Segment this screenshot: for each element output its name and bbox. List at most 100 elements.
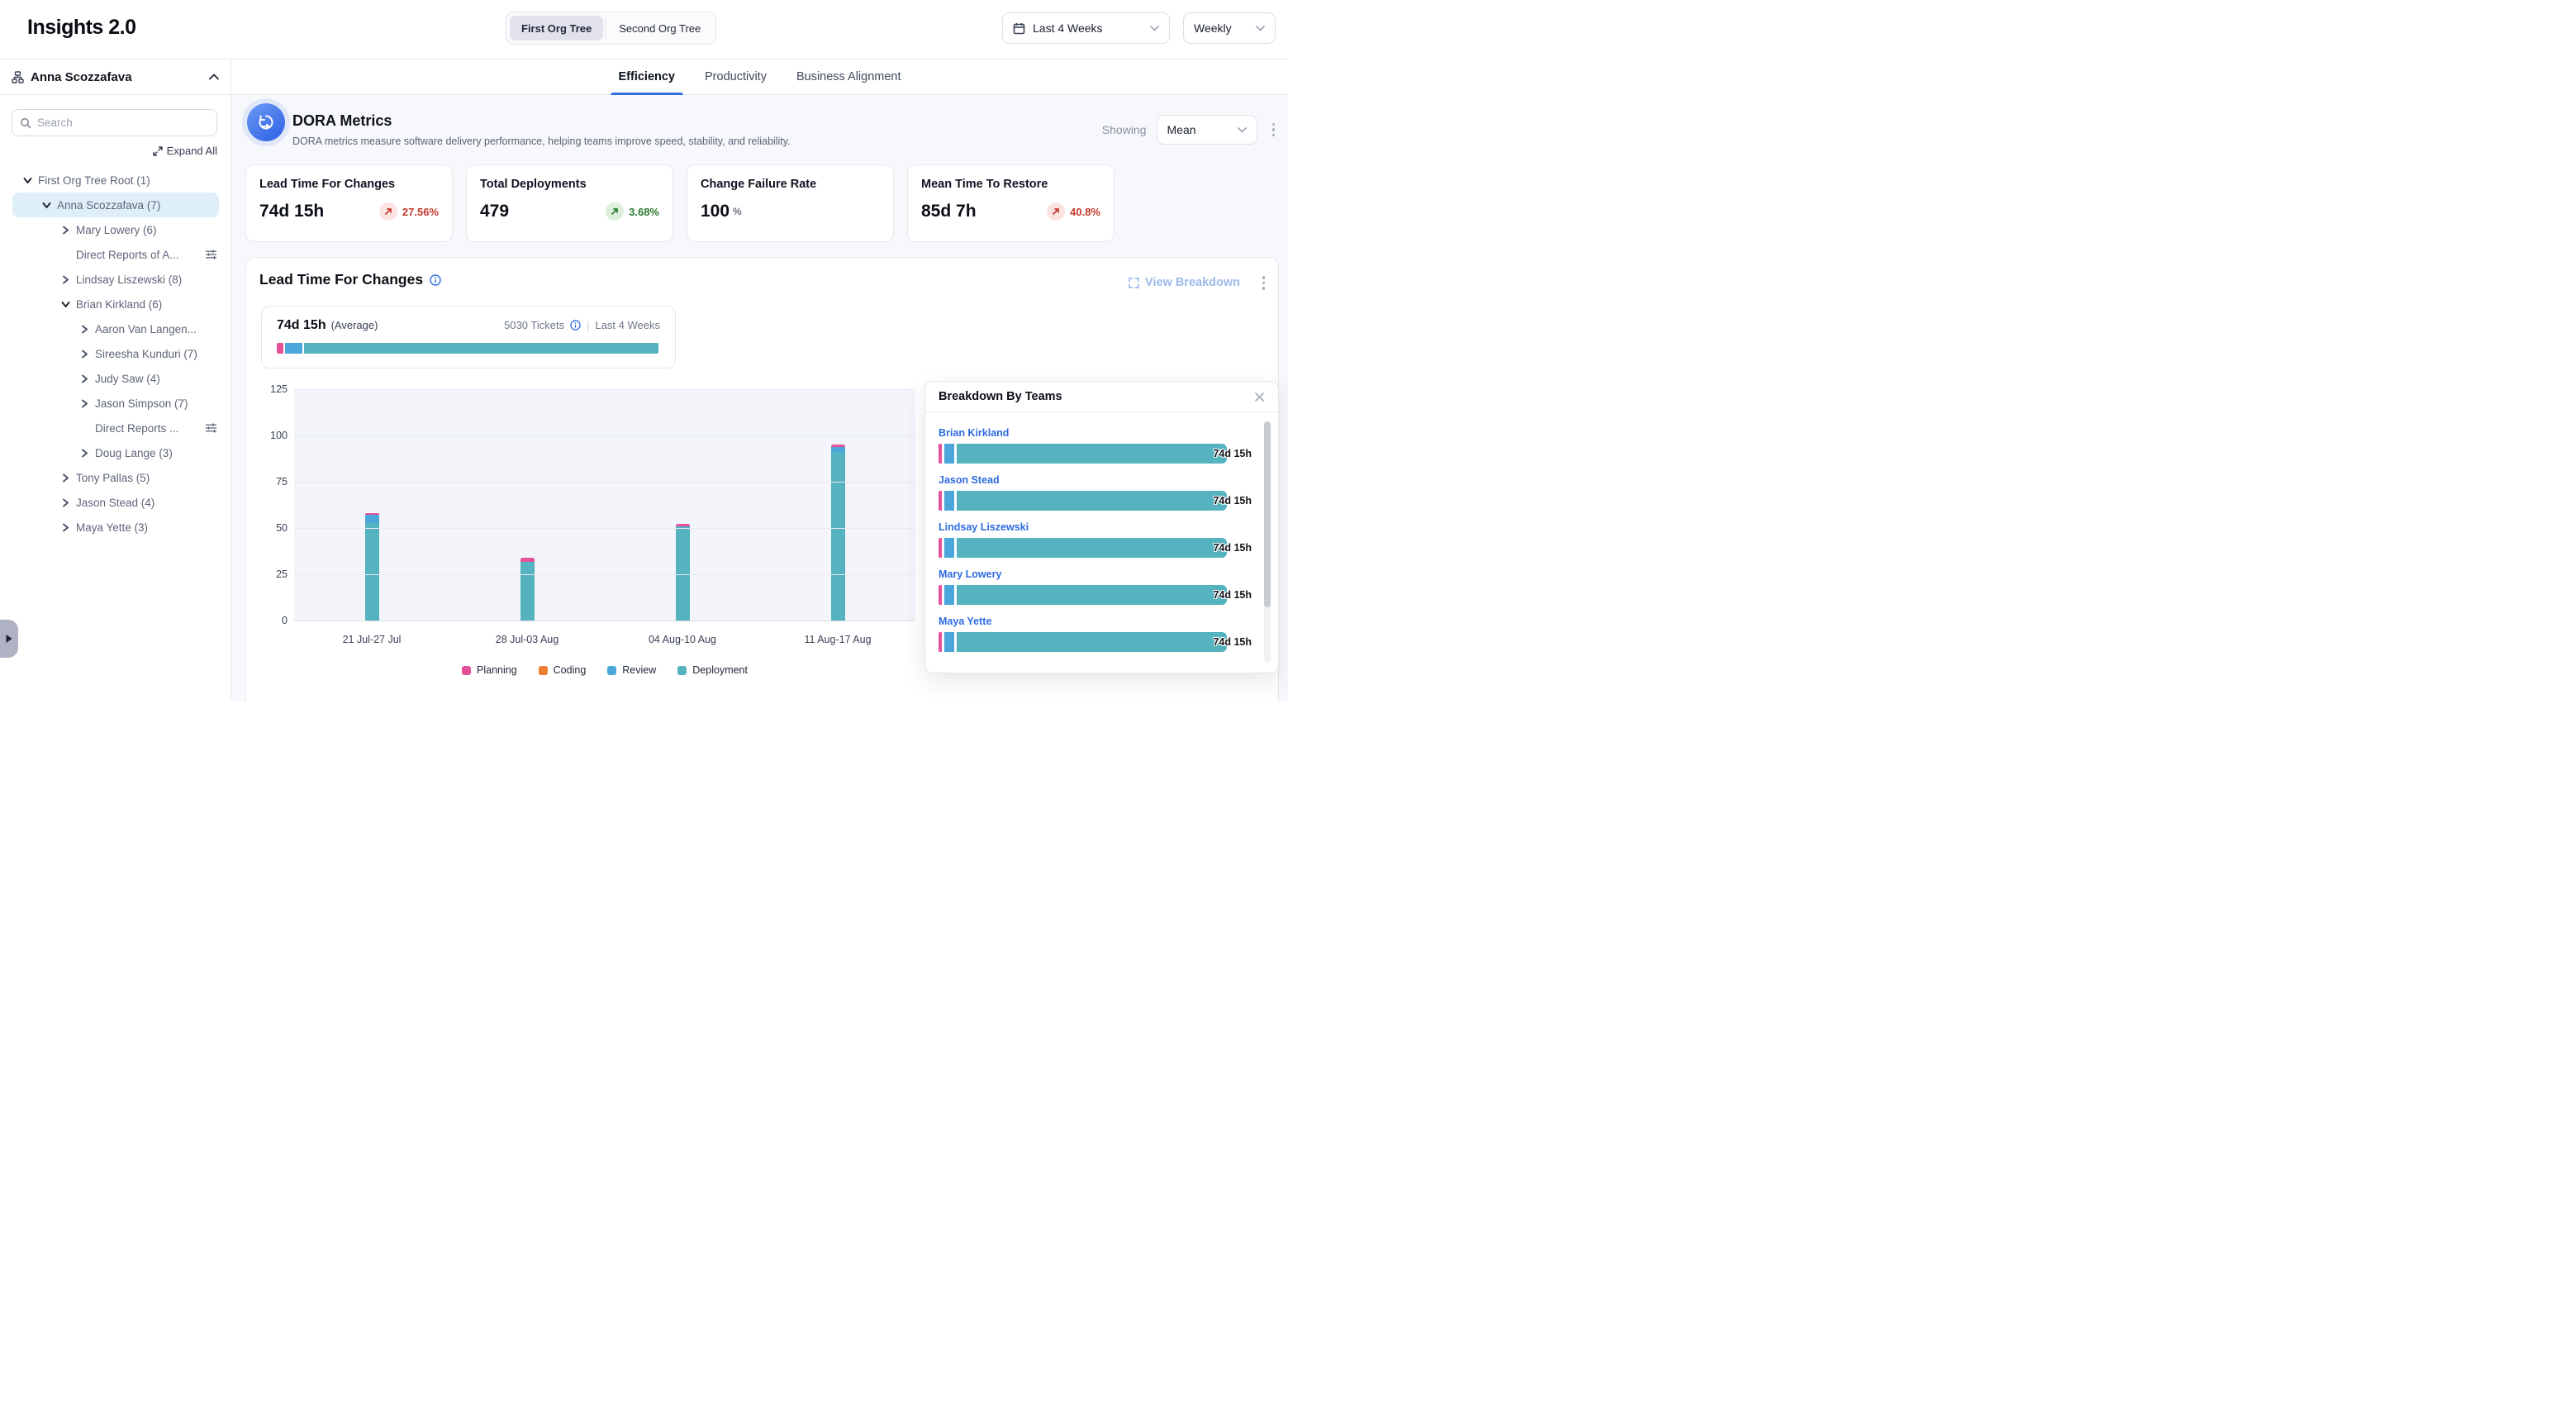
team-name-link[interactable]: Jason Stead: [939, 474, 1000, 486]
tree-item-aaron-van-langen[interactable]: Aaron Van Langen...: [12, 316, 219, 341]
chevron-down-icon[interactable]: [22, 177, 32, 184]
sidebar-header: Anna Scozzafava: [0, 59, 231, 95]
team-bar-segment-deployment: [957, 632, 1227, 652]
view-breakdown-label: View Breakdown: [1145, 276, 1240, 289]
tree-item-brian-kirkland[interactable]: Brian Kirkland (6): [12, 292, 219, 316]
team-name-link[interactable]: Brian Kirkland: [939, 427, 1009, 439]
panel-scrollbar-thumb[interactable]: [1264, 421, 1271, 607]
tree-item-label: Maya Yette (3): [76, 521, 148, 534]
play-arrow-icon: [5, 634, 13, 644]
stacked-bar-4[interactable]: [831, 390, 845, 621]
stacked-bar-1[interactable]: [365, 390, 379, 621]
expand-all-button[interactable]: Expand All: [153, 145, 217, 157]
breakdown-panel-title: Breakdown By Teams: [939, 390, 1062, 403]
metric-value: 74d 15h: [259, 202, 324, 221]
tree-item-label: Doug Lange (3): [95, 447, 173, 459]
team-bar-segment-review: [944, 491, 954, 511]
team-name-link[interactable]: Mary Lowery: [939, 568, 1001, 580]
close-icon[interactable]: [1251, 388, 1268, 406]
sidebar-expand-handle[interactable]: [0, 620, 18, 658]
chevron-right-icon[interactable]: [60, 473, 70, 483]
tree-item-jason-stead[interactable]: Jason Stead (4): [12, 490, 219, 515]
chevron-right-icon[interactable]: [79, 374, 89, 383]
legend-swatch-coding: [539, 666, 548, 675]
info-icon[interactable]: [430, 274, 441, 286]
chevron-right-icon[interactable]: [60, 523, 70, 532]
chevron-down-icon[interactable]: [60, 301, 70, 308]
team-bar-segment-review: [944, 585, 954, 605]
chevron-right-icon[interactable]: [79, 399, 89, 408]
toggle-second-org-tree[interactable]: Second Org Tree: [607, 16, 712, 40]
search-input[interactable]: [37, 117, 209, 129]
tree-item-anna-scozzafava[interactable]: Anna Scozzafava (7): [12, 193, 219, 217]
showing-value: Mean: [1167, 123, 1196, 136]
team-name-link[interactable]: Lindsay Liszewski: [939, 521, 1029, 533]
bar-segment-review: [365, 515, 379, 523]
date-range-select[interactable]: Last 4 Weeks: [1002, 12, 1170, 44]
metric-delta-value: 27.56%: [402, 206, 439, 218]
tree-item-label: Sireesha Kunduri (7): [95, 348, 197, 360]
chart-menu-kebab-icon[interactable]: [1257, 273, 1271, 293]
team-bar-segment-planning: [939, 585, 942, 605]
info-icon[interactable]: [570, 320, 581, 331]
tree-item-doug-lange[interactable]: Doug Lange (3): [12, 440, 219, 465]
tree-item-direct-reports-of-a[interactable]: Direct Reports of A...: [12, 242, 219, 267]
chevron-down-icon[interactable]: [41, 202, 51, 209]
tree-item-jason-simpson[interactable]: Jason Simpson (7): [12, 391, 219, 416]
filter-sliders-icon[interactable]: [205, 249, 219, 260]
date-range-value: Last 4 Weeks: [1033, 21, 1103, 35]
team-value-label: 74d 15h: [1213, 636, 1252, 648]
chevron-right-icon[interactable]: [60, 226, 70, 235]
average-range: Last 4 Weeks: [595, 319, 660, 331]
chevron-right-icon[interactable]: [79, 449, 89, 458]
showing-select[interactable]: Mean: [1157, 115, 1257, 145]
granularity-select[interactable]: Weekly: [1183, 12, 1276, 44]
tree-item-maya-yette[interactable]: Maya Yette (3): [12, 515, 219, 540]
legend-swatch-deployment: [677, 666, 687, 675]
y-axis-tick-75: 75: [253, 476, 288, 487]
metric-delta-badge: 3.68%: [606, 202, 659, 221]
stacked-bar-2[interactable]: [520, 390, 535, 621]
team-bar-segment-deployment: [957, 585, 1227, 605]
toggle-first-org-tree[interactable]: First Org Tree: [510, 16, 603, 40]
dora-menu-kebab-icon[interactable]: [1267, 120, 1281, 140]
chevron-down-icon: [1150, 26, 1159, 31]
chevron-right-icon[interactable]: [60, 498, 70, 507]
tree-item-first-org-tree-root[interactable]: First Org Tree Root (1): [12, 168, 219, 193]
team-bar-segment-planning: [939, 632, 942, 652]
tree-item-lindsay-liszewski[interactable]: Lindsay Liszewski (8): [12, 267, 219, 292]
legend-item-planning: Planning: [462, 664, 517, 676]
view-breakdown-button[interactable]: View Breakdown: [1129, 276, 1240, 289]
tickets-count: 5030 Tickets: [504, 319, 564, 331]
legend-label: Deployment: [692, 664, 748, 676]
collapse-chevron-up-icon[interactable]: [209, 74, 219, 80]
team-name-link[interactable]: Maya Yette: [939, 616, 991, 627]
tab-efficiency[interactable]: Efficiency: [619, 59, 676, 95]
tab-productivity[interactable]: Productivity: [705, 59, 767, 95]
tree-item-label: Lindsay Liszewski (8): [76, 273, 182, 286]
average-bar-segment-planning: [277, 343, 283, 354]
team-bar-segment-review: [944, 444, 954, 464]
tree-item-sireesha-kunduri[interactable]: Sireesha Kunduri (7): [12, 341, 219, 366]
chevron-right-icon[interactable]: [60, 275, 70, 284]
tree-item-direct-reports[interactable]: Direct Reports ...: [12, 416, 219, 440]
team-row: Mary Lowery74d 15h: [939, 567, 1253, 605]
dora-section-description: DORA metrics measure software delivery p…: [292, 136, 791, 147]
card-total-deployments: Total Deployments 479 3.68%: [466, 164, 673, 242]
stacked-bar-3[interactable]: [676, 390, 690, 621]
chevron-right-icon[interactable]: [79, 350, 89, 359]
tab-business-alignment[interactable]: Business Alignment: [796, 59, 901, 95]
x-axis-label-4: 11 Aug-17 Aug: [760, 634, 915, 645]
tree-item-label: Jason Simpson (7): [95, 397, 188, 410]
metric-value: 100: [701, 202, 730, 221]
toggle-divider: [605, 17, 606, 39]
chevron-right-icon[interactable]: [79, 325, 89, 334]
team-value-label: 74d 15h: [1213, 495, 1252, 507]
tree-item-mary-lowery[interactable]: Mary Lowery (6): [12, 217, 219, 242]
y-axis-tick-100: 100: [253, 430, 288, 441]
tree-item-judy-saw[interactable]: Judy Saw (4): [12, 366, 219, 391]
gridline-125: [294, 389, 915, 390]
sidebar-search[interactable]: [12, 109, 217, 136]
filter-sliders-icon[interactable]: [205, 422, 219, 434]
tree-item-tony-pallas[interactable]: Tony Pallas (5): [12, 465, 219, 490]
